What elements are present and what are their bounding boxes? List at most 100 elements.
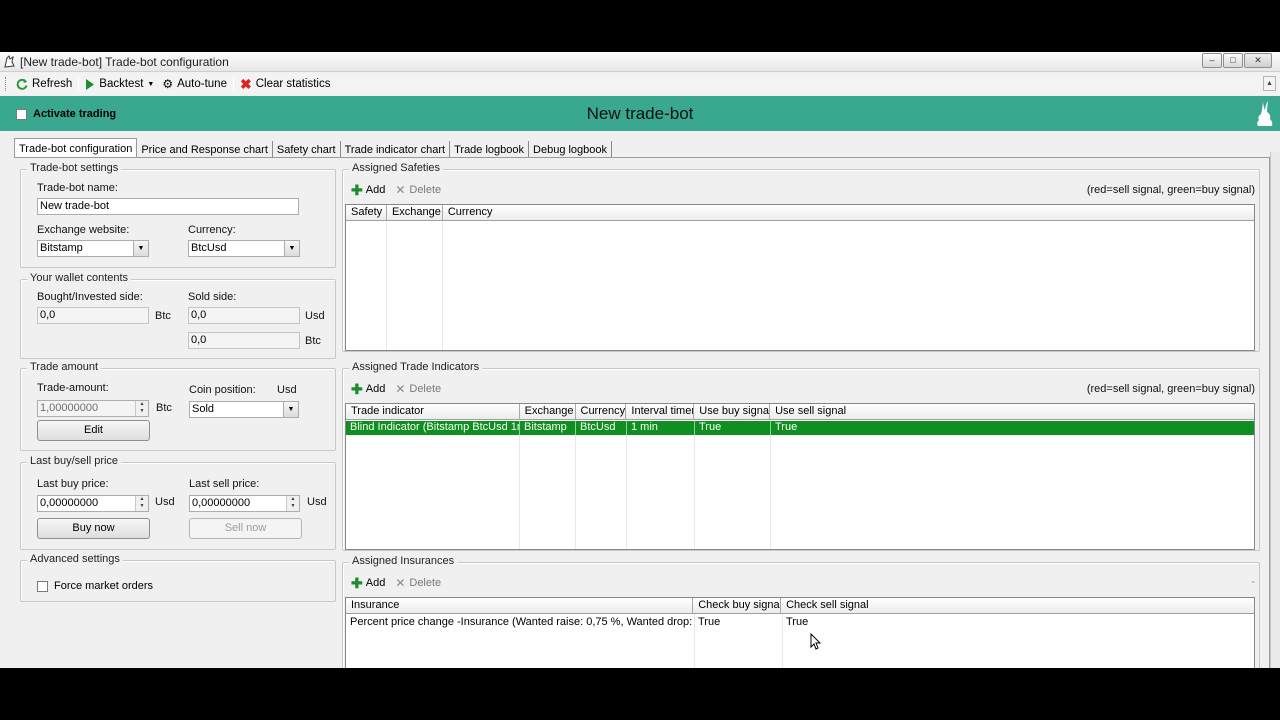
spinner-arrows-icon[interactable]: ▲ ▼: [135, 496, 148, 511]
column-header[interactable]: Currency: [443, 205, 1254, 221]
chevron-down-icon[interactable]: ▼: [283, 402, 298, 417]
edit-button[interactable]: Edit: [37, 420, 150, 441]
currency-select-value: BtcUsd: [191, 242, 227, 254]
tab-trade-logbook[interactable]: Trade logbook: [450, 141, 530, 158]
backtest-label: Backtest: [99, 78, 144, 90]
sell-now-button[interactable]: Sell now: [189, 518, 302, 539]
trade-bot-settings-group: Trade-bot settings Trade-bot name: New t…: [20, 162, 336, 268]
column-header[interactable]: Use sell signal: [770, 404, 1254, 420]
spinner-arrows-icon[interactable]: ▲ ▼: [286, 496, 299, 511]
checkbox-box[interactable]: [37, 580, 48, 592]
bought-side-value: 0,0: [37, 307, 149, 324]
column-line: [442, 221, 443, 350]
last-sell-price-value: 0,00000000: [192, 497, 251, 509]
tab-trade-indicator-chart[interactable]: Trade indicator chart: [341, 141, 451, 158]
refresh-button[interactable]: Refresh: [12, 74, 76, 94]
group-legend: Assigned Trade Indicators: [349, 361, 483, 373]
column-header[interactable]: Use buy signal: [694, 404, 771, 420]
exchange-label: Exchange website:: [37, 224, 130, 236]
spinner-arrows-icon[interactable]: ▲ ▼: [135, 401, 148, 416]
plus-icon: ✚: [351, 181, 363, 198]
column-line: [770, 420, 771, 549]
table-header: Trade indicator Exchange Currency Interv…: [346, 404, 1254, 420]
delete-indicator-button[interactable]: Delete: [409, 383, 441, 395]
exchange-select-value: Bitstamp: [40, 242, 83, 254]
autotune-button[interactable]: ⚙ Auto-tune: [158, 74, 231, 94]
sold-side-value-2: 0,0: [188, 332, 300, 349]
add-safety-button[interactable]: Add: [366, 184, 386, 196]
delete-x-icon: ✕: [395, 183, 406, 197]
trade-amount-group: Trade amount Trade-amount: 1,00000000 ▲ ▼…: [20, 361, 336, 451]
app-icon: [4, 55, 15, 68]
table-cell: Percent price change -Insurance (Wanted …: [350, 616, 694, 628]
currency-select[interactable]: BtcUsd ▼: [188, 240, 300, 257]
add-insurance-button[interactable]: Add: [366, 577, 386, 589]
column-header[interactable]: Check sell signal: [781, 598, 1254, 614]
bought-side-unit: Btc: [155, 310, 171, 322]
group-legend: Your wallet contents: [27, 272, 132, 284]
wallet-contents-group: Your wallet contents Bought/Invested sid…: [20, 272, 336, 359]
currency-label: Currency:: [188, 224, 236, 236]
sold-side-label: Sold side:: [188, 291, 237, 303]
tab-price-response-chart[interactable]: Price and Response chart: [137, 141, 273, 158]
table-cell: Bitstamp: [520, 421, 576, 435]
tab-safety-chart[interactable]: Safety chart: [273, 141, 341, 158]
column-header[interactable]: Currency: [576, 404, 627, 420]
close-button[interactable]: ✕: [1244, 53, 1272, 68]
scroll-up-icon[interactable]: ▲: [1263, 76, 1276, 91]
chevron-down-icon[interactable]: ▼: [147, 81, 154, 88]
trade-amount-stepper[interactable]: 1,00000000 ▲ ▼: [37, 400, 149, 417]
group-legend: Last buy/sell price: [27, 455, 122, 467]
last-buy-price-stepper[interactable]: 0,00000000 ▲ ▼: [37, 495, 149, 512]
insurances-toolbar: ✚ Add ✕ Delete: [351, 574, 441, 592]
last-buy-price-unit: Usd: [155, 496, 175, 508]
clear-statistics-button[interactable]: ✖ Clear statistics: [236, 74, 335, 94]
safeties-table[interactable]: Safety Exchange Currency: [345, 204, 1255, 351]
sold-side-value: 0,0: [188, 307, 300, 324]
column-line: [626, 420, 627, 549]
table-cell: True: [695, 421, 771, 435]
trade-amount-label: Trade-amount:: [37, 382, 109, 394]
coin-position-select[interactable]: Sold ▼: [189, 401, 299, 418]
column-header[interactable]: Trade indicator: [346, 404, 520, 420]
delete-safety-button[interactable]: Delete: [409, 184, 441, 196]
buy-now-button[interactable]: Buy now: [37, 518, 150, 539]
add-indicator-button[interactable]: Add: [366, 383, 386, 395]
column-header[interactable]: Exchange: [387, 205, 443, 221]
insurances-table[interactable]: Insurance Check buy signal Check sell si…: [345, 597, 1255, 668]
mouse-pointer-icon: [810, 633, 822, 650]
column-header[interactable]: Insurance: [346, 598, 694, 614]
delete-x-icon: ✕: [395, 576, 406, 590]
backtest-button[interactable]: Backtest ▼: [81, 74, 158, 94]
trade-bot-name-input[interactable]: New trade-bot: [37, 198, 299, 215]
exchange-select[interactable]: Bitstamp ▼: [37, 240, 149, 257]
column-header[interactable]: Exchange: [520, 404, 576, 420]
last-sell-price-stepper[interactable]: 0,00000000 ▲ ▼: [189, 495, 300, 512]
column-header[interactable]: Safety: [346, 205, 387, 221]
delete-x-icon: ✕: [395, 382, 406, 396]
minimize-button[interactable]: –: [1202, 53, 1222, 68]
chevron-down-icon[interactable]: ▼: [284, 241, 299, 256]
advanced-settings-group: Advanced settings Force market orders: [20, 553, 336, 602]
column-header[interactable]: Interval timer: [626, 404, 695, 420]
delete-insurance-button[interactable]: Delete: [409, 577, 441, 589]
vertical-scrollbar[interactable]: [1270, 152, 1280, 668]
trade-amount-unit: Btc: [156, 402, 172, 414]
tab-debug-logbook[interactable]: Debug logbook: [529, 141, 613, 158]
toolbar-separator: [78, 77, 80, 91]
tab-trade-bot-configuration[interactable]: Trade-bot configuration: [14, 138, 138, 158]
toolbar-grip[interactable]: [5, 77, 8, 91]
toolbar-separator: [232, 77, 234, 91]
last-buy-price-label: Last buy price:: [37, 478, 109, 490]
table-row[interactable]: Blind Indicator (Bitstamp BtcUsd 1min) B…: [346, 421, 1254, 435]
page-title: New trade-bot: [586, 104, 694, 123]
force-market-orders-checkbox[interactable]: Force market orders: [37, 580, 153, 592]
column-line: [519, 420, 520, 549]
indicators-table[interactable]: Trade indicator Exchange Currency Interv…: [345, 403, 1255, 550]
maximize-button[interactable]: □: [1223, 53, 1243, 68]
table-row[interactable]: Percent price change -Insurance (Wanted …: [346, 616, 1254, 630]
play-icon: [86, 78, 95, 90]
column-header[interactable]: Check buy signal: [693, 598, 782, 614]
chevron-down-icon[interactable]: ▼: [133, 241, 148, 256]
assigned-insurances-group: Assigned Insurances ✚ Add ✕ Delete - Ins…: [342, 555, 1260, 668]
